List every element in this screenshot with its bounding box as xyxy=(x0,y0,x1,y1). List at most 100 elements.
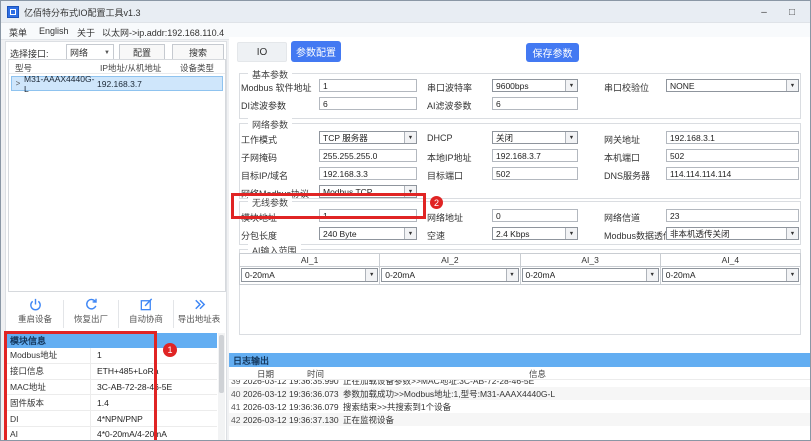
action-label: 重启设备 xyxy=(17,314,52,324)
chevron-down-icon: ▼ xyxy=(786,269,798,281)
log-row[interactable]: 42 2026-03-12 19:36:37.130 正在监视设备 xyxy=(229,413,810,426)
modbus-passthrough-select[interactable]: 非本机透传关闭 ▼ xyxy=(666,227,799,240)
refresh-icon xyxy=(85,298,97,310)
content-panel: IO 参数配置 保存参数 基本参数 Modbus 软件地址 1 串口波特率 96… xyxy=(229,37,810,440)
chevron-down-icon: ▼ xyxy=(565,228,577,239)
device-list-header: 型号 IP地址/从机地址 设备类型 xyxy=(9,60,225,74)
net-modbus-protocol-select[interactable]: Modbus TCP ▼ xyxy=(319,185,417,198)
tab-io[interactable]: IO xyxy=(237,42,287,62)
local-ip-label: 本地IP地址 xyxy=(427,153,472,163)
network-channel-label: 网络信道 xyxy=(604,213,641,223)
ai-filter-input[interactable]: 6 xyxy=(492,97,578,110)
action-label: 恢复出厂 xyxy=(73,314,108,324)
target-port-input[interactable]: 502 xyxy=(492,167,578,180)
module-address-input[interactable]: 1 xyxy=(319,209,417,222)
baud-rate-label: 串口波特率 xyxy=(427,83,473,93)
col-devtype: 设备类型 xyxy=(180,63,215,73)
group-title: 无线参数 xyxy=(248,196,293,209)
local-ip-input[interactable]: 192.168.3.7 xyxy=(492,149,578,162)
edit-icon xyxy=(140,298,152,311)
table-row: DI 4*NPN/PNP xyxy=(6,411,217,427)
table-row: Modbus地址 1 xyxy=(6,348,217,364)
table-row: MAC地址 3C-AB-72-28-46-5E xyxy=(6,379,217,396)
menu-item-about[interactable]: 关于 xyxy=(77,26,95,39)
target-ip-input[interactable]: 192.168.3.3 xyxy=(319,167,417,180)
parity-select[interactable]: NONE ▼ xyxy=(666,79,799,92)
packet-length-label: 分包长度 xyxy=(241,231,278,241)
export-address-table-button[interactable]: 导出地址表 xyxy=(174,297,224,331)
module-address-label: 模块地址 xyxy=(241,213,278,223)
log-output-header: 日志输出 xyxy=(229,353,810,367)
app-logo-icon xyxy=(7,6,19,18)
dns-label: DNS服务器 xyxy=(604,171,651,181)
di-filter-input[interactable]: 6 xyxy=(319,97,417,110)
title-bar: 亿佰特分布式IO配置工具v1.3 – □ xyxy=(1,1,810,23)
maximize-button[interactable]: □ xyxy=(778,1,806,23)
network-channel-input[interactable]: 23 xyxy=(666,209,799,222)
col-date: 日期 xyxy=(257,369,275,379)
ai3-range-select[interactable]: 0-20mA ▼ xyxy=(521,268,659,282)
module-scrollbar[interactable] xyxy=(218,333,225,440)
ai1-range-select[interactable]: 0-20mA ▼ xyxy=(241,268,379,282)
chevron-down-icon: ▼ xyxy=(365,269,378,281)
subnet-mask-input[interactable]: 255.255.255.0 xyxy=(319,149,417,162)
chevron-down-icon: ▼ xyxy=(404,228,416,239)
table-row: AI 4*0-20mA/4-20mA xyxy=(6,426,217,440)
device-row-selected[interactable]: > M31-AAAX4440G-L 192.168.3.7 xyxy=(11,73,223,94)
device-list: 型号 IP地址/从机地址 设备类型 > M31-AAAX4440G-L 192.… xyxy=(8,59,226,292)
log-row[interactable]: 39 2026-03-12 19:36:35.990 正在加载设备参数>>MAC… xyxy=(229,380,810,387)
dhcp-select[interactable]: 关闭 ▼ xyxy=(492,131,578,144)
menu-item-ethernet-ip[interactable]: 以太网->ip.addr:192.168.110.4 xyxy=(102,26,224,39)
baud-rate-select[interactable]: 9600bps ▼ xyxy=(492,79,578,92)
minimize-button[interactable]: – xyxy=(750,1,778,23)
gateway-input[interactable]: 192.168.3.1 xyxy=(666,131,799,144)
scrollbar-thumb[interactable] xyxy=(219,335,224,393)
chevron-down-icon: ▼ xyxy=(104,49,110,56)
work-mode-select[interactable]: TCP 服务器 ▼ xyxy=(319,131,417,144)
log-rows: 39 2026-03-12 19:36:35.990 正在加载设备参数>>MAC… xyxy=(229,380,810,440)
chevron-down-icon: ▼ xyxy=(565,132,577,143)
col-time: 时间 xyxy=(307,369,325,379)
ai2-range-select[interactable]: 0-20mA ▼ xyxy=(381,268,519,282)
air-rate-select[interactable]: 2.4 Kbps ▼ xyxy=(492,227,578,240)
factory-reset-button[interactable]: 恢复出厂 xyxy=(66,297,116,331)
air-rate-label: 空速 xyxy=(427,231,446,241)
group-title: 基本参数 xyxy=(248,68,293,81)
gateway-label: 网关地址 xyxy=(604,135,641,145)
auto-negotiate-button[interactable]: 自动协商 xyxy=(121,297,171,331)
menu-item-menu[interactable]: 菜单 xyxy=(9,26,27,39)
subnet-mask-label: 子网掩码 xyxy=(241,153,278,163)
ai4-range-select[interactable]: 0-20mA ▼ xyxy=(661,268,799,282)
col-model: 型号 xyxy=(15,63,33,73)
dhcp-label: DHCP xyxy=(427,133,453,143)
local-port-input[interactable]: 502 xyxy=(666,149,799,162)
col-ai4: AI_4 xyxy=(721,255,740,265)
log-row[interactable]: 40 2026-03-12 19:36:36.073 参数加载成功>>Modbu… xyxy=(229,387,810,400)
chevron-down-icon: ▼ xyxy=(404,186,416,197)
modbus-software-address-input[interactable]: 1 xyxy=(319,79,417,92)
chevron-down-icon: ▼ xyxy=(786,80,798,91)
chevron-down-icon: ▼ xyxy=(786,228,798,239)
dns-input[interactable]: 114.114.114.114 xyxy=(666,167,799,180)
export-icon xyxy=(194,299,205,310)
sidebar: 选择接口: 网络 ▼ 配置 搜索 型号 IP地址/从机地址 设备类型 > M31… xyxy=(5,41,227,440)
module-info-table: Modbus地址 1 接口信息 ETH+485+LoRa MAC地址 3C-AB… xyxy=(6,348,217,440)
restart-device-button[interactable]: 重启设备 xyxy=(10,297,60,331)
ai-range-table: AI_1 AI_2 AI_3 AI_4 0-20mA ▼ 0-20mA ▼ 0-20… xyxy=(239,253,801,285)
work-mode-label: 工作模式 xyxy=(241,135,278,145)
di-filter-label: DI滤波参数 xyxy=(241,101,287,111)
table-row: 固件版本 1.4 xyxy=(6,395,217,412)
network-address-input[interactable]: 0 xyxy=(492,209,578,222)
local-port-label: 本机端口 xyxy=(604,153,641,163)
divider xyxy=(63,300,64,328)
menu-item-english[interactable]: English xyxy=(39,26,69,36)
col-ai1: AI_1 xyxy=(240,254,381,266)
device-model: M31-AAAX4440G-L xyxy=(24,73,95,94)
packet-length-select[interactable]: 240 Byte ▼ xyxy=(319,227,417,240)
log-row[interactable]: 41 2026-03-12 19:36:36.079 搜索结束>>共搜索到1个设… xyxy=(229,400,810,413)
save-params-button[interactable]: 保存参数 xyxy=(526,43,579,62)
target-ip-label: 目标IP/域名 xyxy=(241,171,289,181)
tree-expander-icon[interactable]: > xyxy=(12,79,24,88)
modbus-passthrough-label: Modbus数据透传 xyxy=(604,231,673,241)
param-config-button[interactable]: 参数配置 xyxy=(291,41,341,62)
